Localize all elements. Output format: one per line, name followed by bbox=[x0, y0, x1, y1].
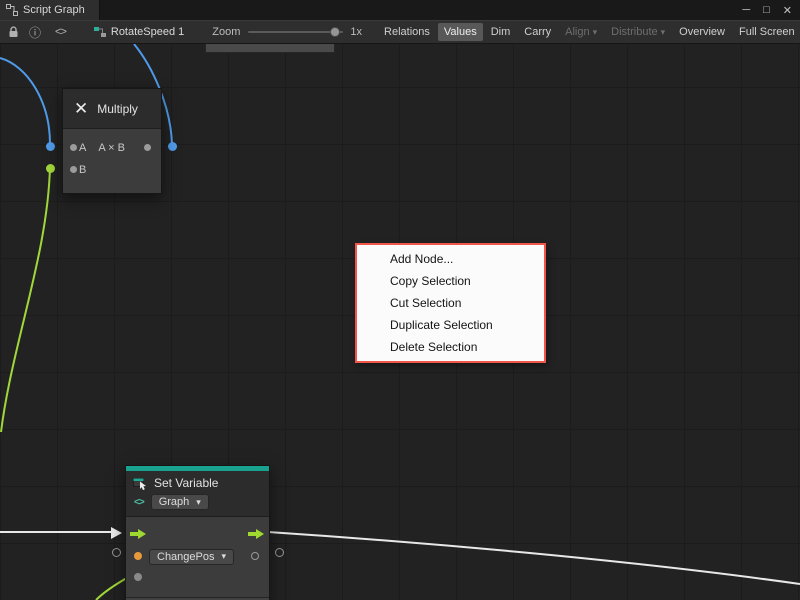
port-connection-blue-out[interactable] bbox=[168, 142, 177, 151]
wire-green-input-b[interactable] bbox=[1, 166, 50, 432]
node-set-variable-header[interactable]: Set Variable <> Graph ▾ bbox=[126, 471, 269, 517]
port-b-label: B bbox=[79, 164, 86, 176]
output-port-axb[interactable] bbox=[144, 144, 151, 151]
wire-white-flow-out[interactable] bbox=[268, 532, 800, 584]
menu-item-copy-selection[interactable]: Copy Selection bbox=[357, 270, 544, 292]
menu-item-add-node[interactable]: Add Node... bbox=[357, 248, 544, 270]
distribute-button: Distribute▾ bbox=[605, 23, 671, 41]
value-output-port[interactable] bbox=[251, 552, 259, 560]
minimize-icon[interactable]: ─ bbox=[742, 4, 750, 16]
node-multiply-header[interactable]: ✕ Multiply bbox=[63, 89, 161, 129]
graph-canvas[interactable]: ✕ Multiply A A × B B bbox=[0, 44, 800, 600]
maximize-icon[interactable]: □ bbox=[763, 4, 770, 16]
multiply-icon: ✕ bbox=[74, 100, 88, 117]
script-graph-icon bbox=[6, 4, 18, 16]
chevron-down-icon: ▾ bbox=[593, 27, 598, 37]
chevron-down-icon: ▾ bbox=[222, 551, 227, 562]
wire-blue-input-a[interactable] bbox=[0, 58, 50, 144]
zoom-slider-handle[interactable] bbox=[330, 27, 340, 37]
align-button: Align▾ bbox=[559, 23, 603, 41]
value-port-ring-right[interactable] bbox=[275, 548, 284, 557]
extra-port-row bbox=[126, 567, 269, 588]
variables-icon: <> bbox=[134, 497, 144, 508]
flow-arrow-white-icon[interactable] bbox=[111, 526, 122, 544]
node-multiply-title: Multiply bbox=[97, 102, 138, 116]
canvas-top-overlay bbox=[205, 44, 335, 53]
zoom-slider[interactable] bbox=[248, 26, 343, 38]
full-screen-button[interactable]: Full Screen bbox=[733, 23, 800, 41]
graph-toolbar: ⓘ <> RotateSpeed 1 Zoom 1x Relations Val… bbox=[0, 20, 800, 44]
overview-button[interactable]: Overview bbox=[673, 23, 731, 41]
window-controls: ─ □ ✕ bbox=[742, 0, 792, 20]
carry-button[interactable]: Carry bbox=[518, 23, 557, 41]
chevron-down-icon: ▾ bbox=[661, 27, 666, 37]
port-connection-blue-a[interactable] bbox=[46, 142, 55, 151]
titlebar: Script Graph ─ □ ✕ bbox=[0, 0, 800, 20]
zoom-label: Zoom bbox=[212, 26, 240, 38]
menu-item-cut-selection[interactable]: Cut Selection bbox=[357, 292, 544, 314]
flow-port-row bbox=[126, 525, 269, 546]
graph-reference-icon bbox=[94, 26, 106, 38]
node-set-variable-body: ChangePos ▾ bbox=[126, 517, 269, 597]
flow-output-arrow-icon[interactable] bbox=[248, 528, 265, 543]
zoom-slider-track[interactable] bbox=[248, 31, 343, 33]
port-output-label: A × B bbox=[98, 142, 125, 154]
node-multiply[interactable]: ✕ Multiply A A × B B bbox=[62, 88, 162, 194]
script-graph-window: Script Graph ─ □ ✕ ⓘ <> RotateSpeed 1 Zo… bbox=[0, 0, 800, 600]
chevron-down-icon: ▾ bbox=[196, 497, 201, 508]
relations-button[interactable]: Relations bbox=[378, 23, 436, 41]
dim-button[interactable]: Dim bbox=[485, 23, 517, 41]
variable-name-dropdown[interactable]: ChangePos ▾ bbox=[149, 549, 234, 565]
port-a-label: A bbox=[79, 142, 86, 154]
values-button[interactable]: Values bbox=[438, 23, 483, 41]
variable-scope-dropdown[interactable]: Graph ▾ bbox=[151, 494, 209, 510]
node-set-variable[interactable]: Set Variable <> Graph ▾ bbox=[125, 465, 270, 600]
zoom-value: 1x bbox=[350, 26, 362, 38]
port-connection-green-b[interactable] bbox=[46, 164, 55, 173]
info-icon[interactable]: ⓘ bbox=[29, 24, 41, 41]
tab-script-graph[interactable]: Script Graph bbox=[0, 0, 100, 20]
menu-item-duplicate-selection[interactable]: Duplicate Selection bbox=[357, 314, 544, 336]
node-set-variable-title: Set Variable bbox=[154, 476, 218, 490]
value-input-port-orange[interactable] bbox=[134, 552, 142, 560]
input-port-a[interactable] bbox=[70, 144, 77, 151]
graph-reference-label[interactable]: RotateSpeed 1 bbox=[111, 26, 184, 38]
value-port-ring-left[interactable] bbox=[112, 548, 121, 557]
flow-input-arrow-icon[interactable] bbox=[130, 528, 147, 543]
context-menu: Add Node... Copy Selection Cut Selection… bbox=[355, 243, 546, 363]
close-icon[interactable]: ✕ bbox=[783, 4, 792, 17]
value-input-port-gray[interactable] bbox=[134, 573, 142, 581]
multiply-row-b: B bbox=[63, 159, 161, 181]
multiply-row-a: A A × B bbox=[63, 137, 161, 159]
code-toggle-button[interactable]: <> bbox=[55, 26, 66, 38]
lock-icon[interactable] bbox=[8, 26, 19, 38]
tab-title: Script Graph bbox=[23, 4, 85, 16]
input-port-b[interactable] bbox=[70, 166, 77, 173]
menu-item-delete-selection[interactable]: Delete Selection bbox=[357, 336, 544, 358]
set-variable-icon bbox=[133, 477, 148, 490]
variable-value-row: ChangePos ▾ bbox=[126, 546, 269, 567]
node-multiply-body: A A × B B bbox=[63, 129, 161, 193]
